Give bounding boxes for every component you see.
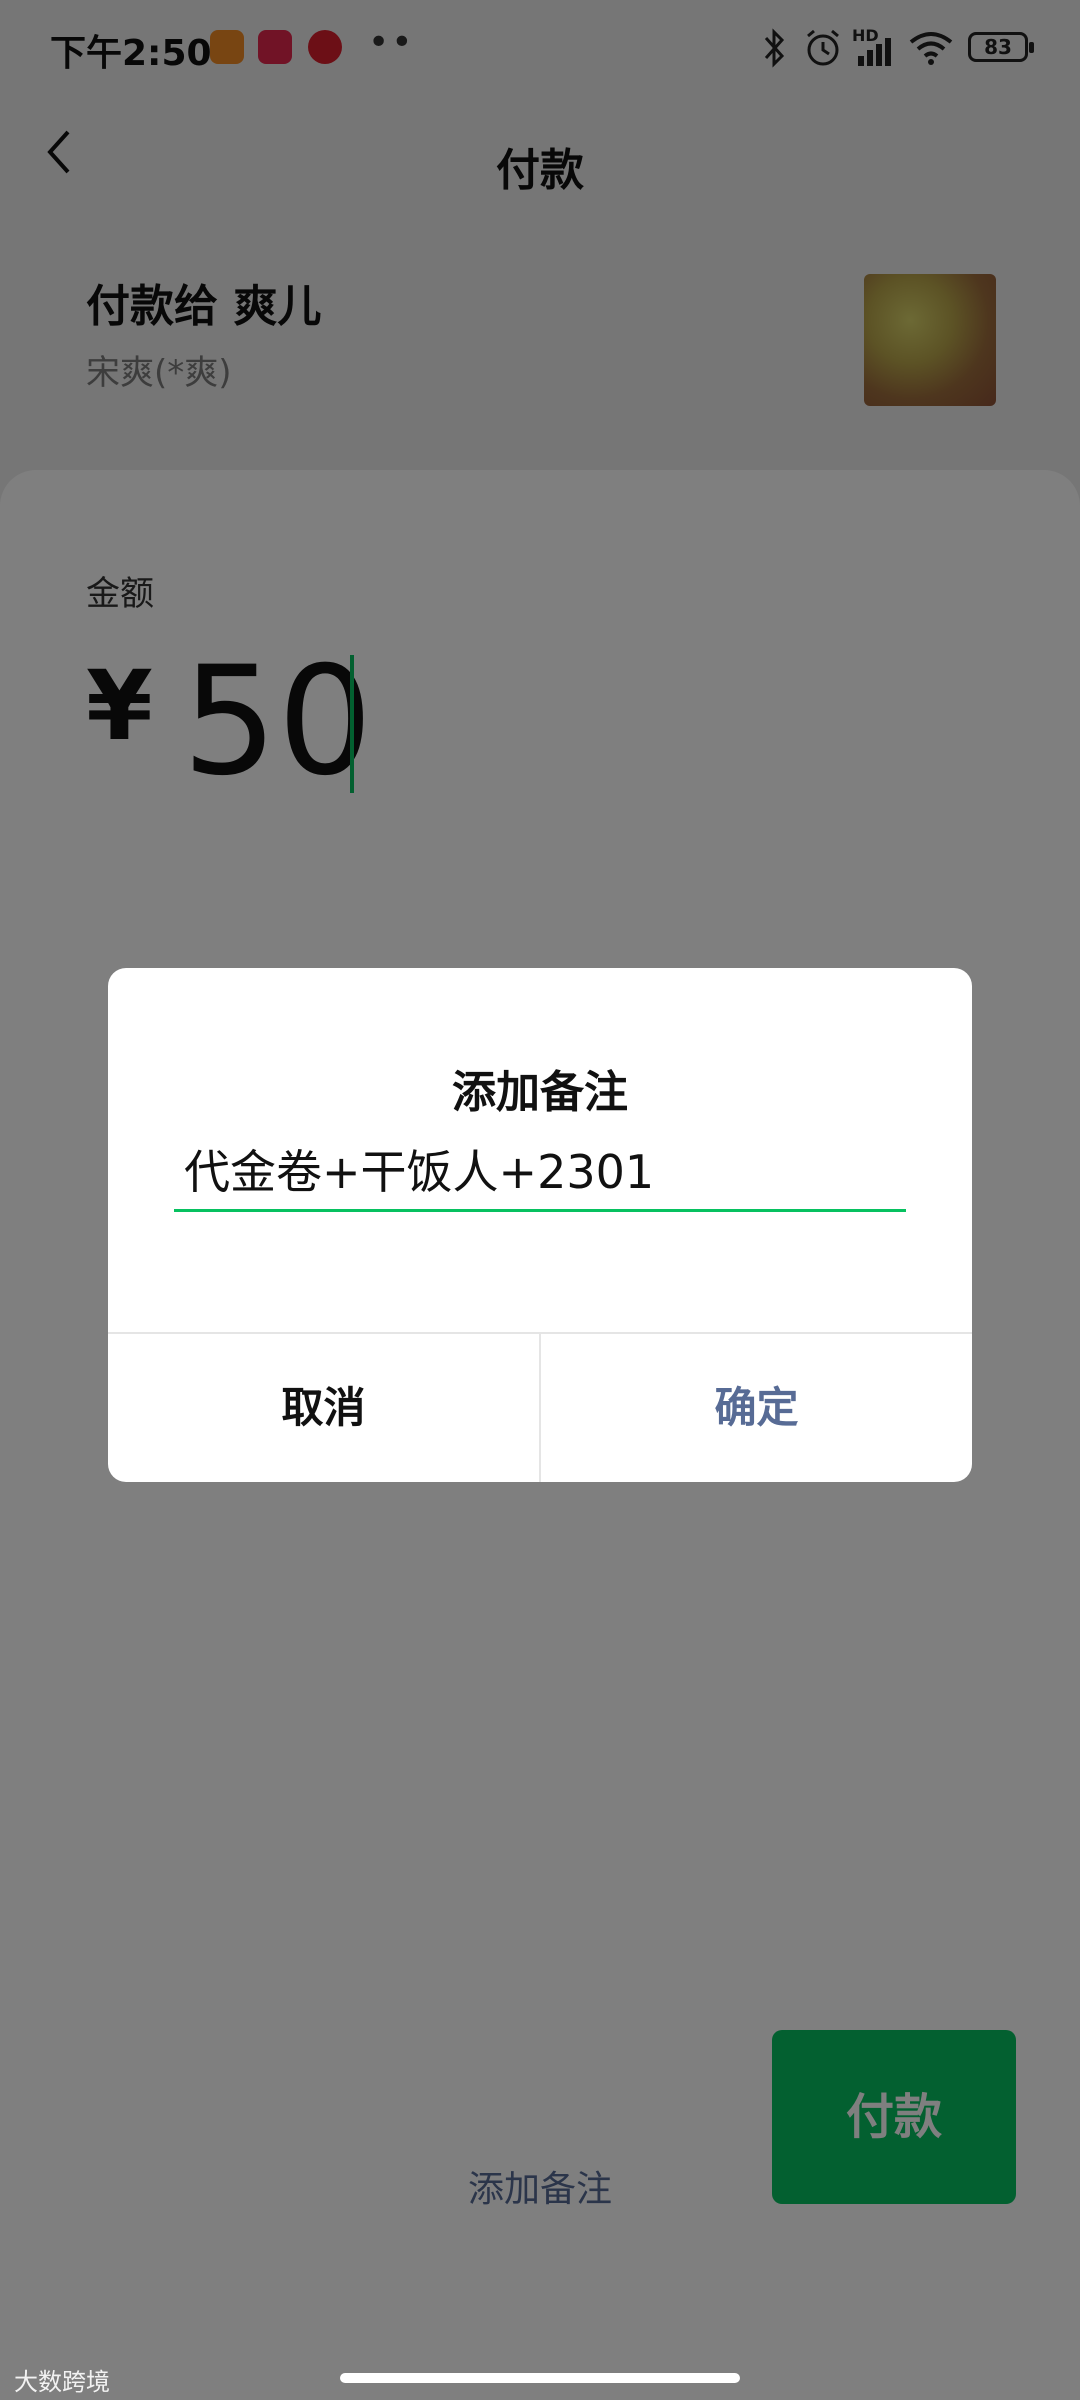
dialog-title: 添加备注 [452,1067,628,1118]
note-input[interactable] [174,1128,906,1212]
add-note-dialog: 添加备注 取消 确定 [108,968,972,1482]
cancel-button[interactable]: 取消 [108,1334,539,1482]
watermark: 大数跨境 [14,2368,110,2396]
confirm-button[interactable]: 确定 [541,1334,972,1482]
home-indicator[interactable] [340,2373,740,2383]
